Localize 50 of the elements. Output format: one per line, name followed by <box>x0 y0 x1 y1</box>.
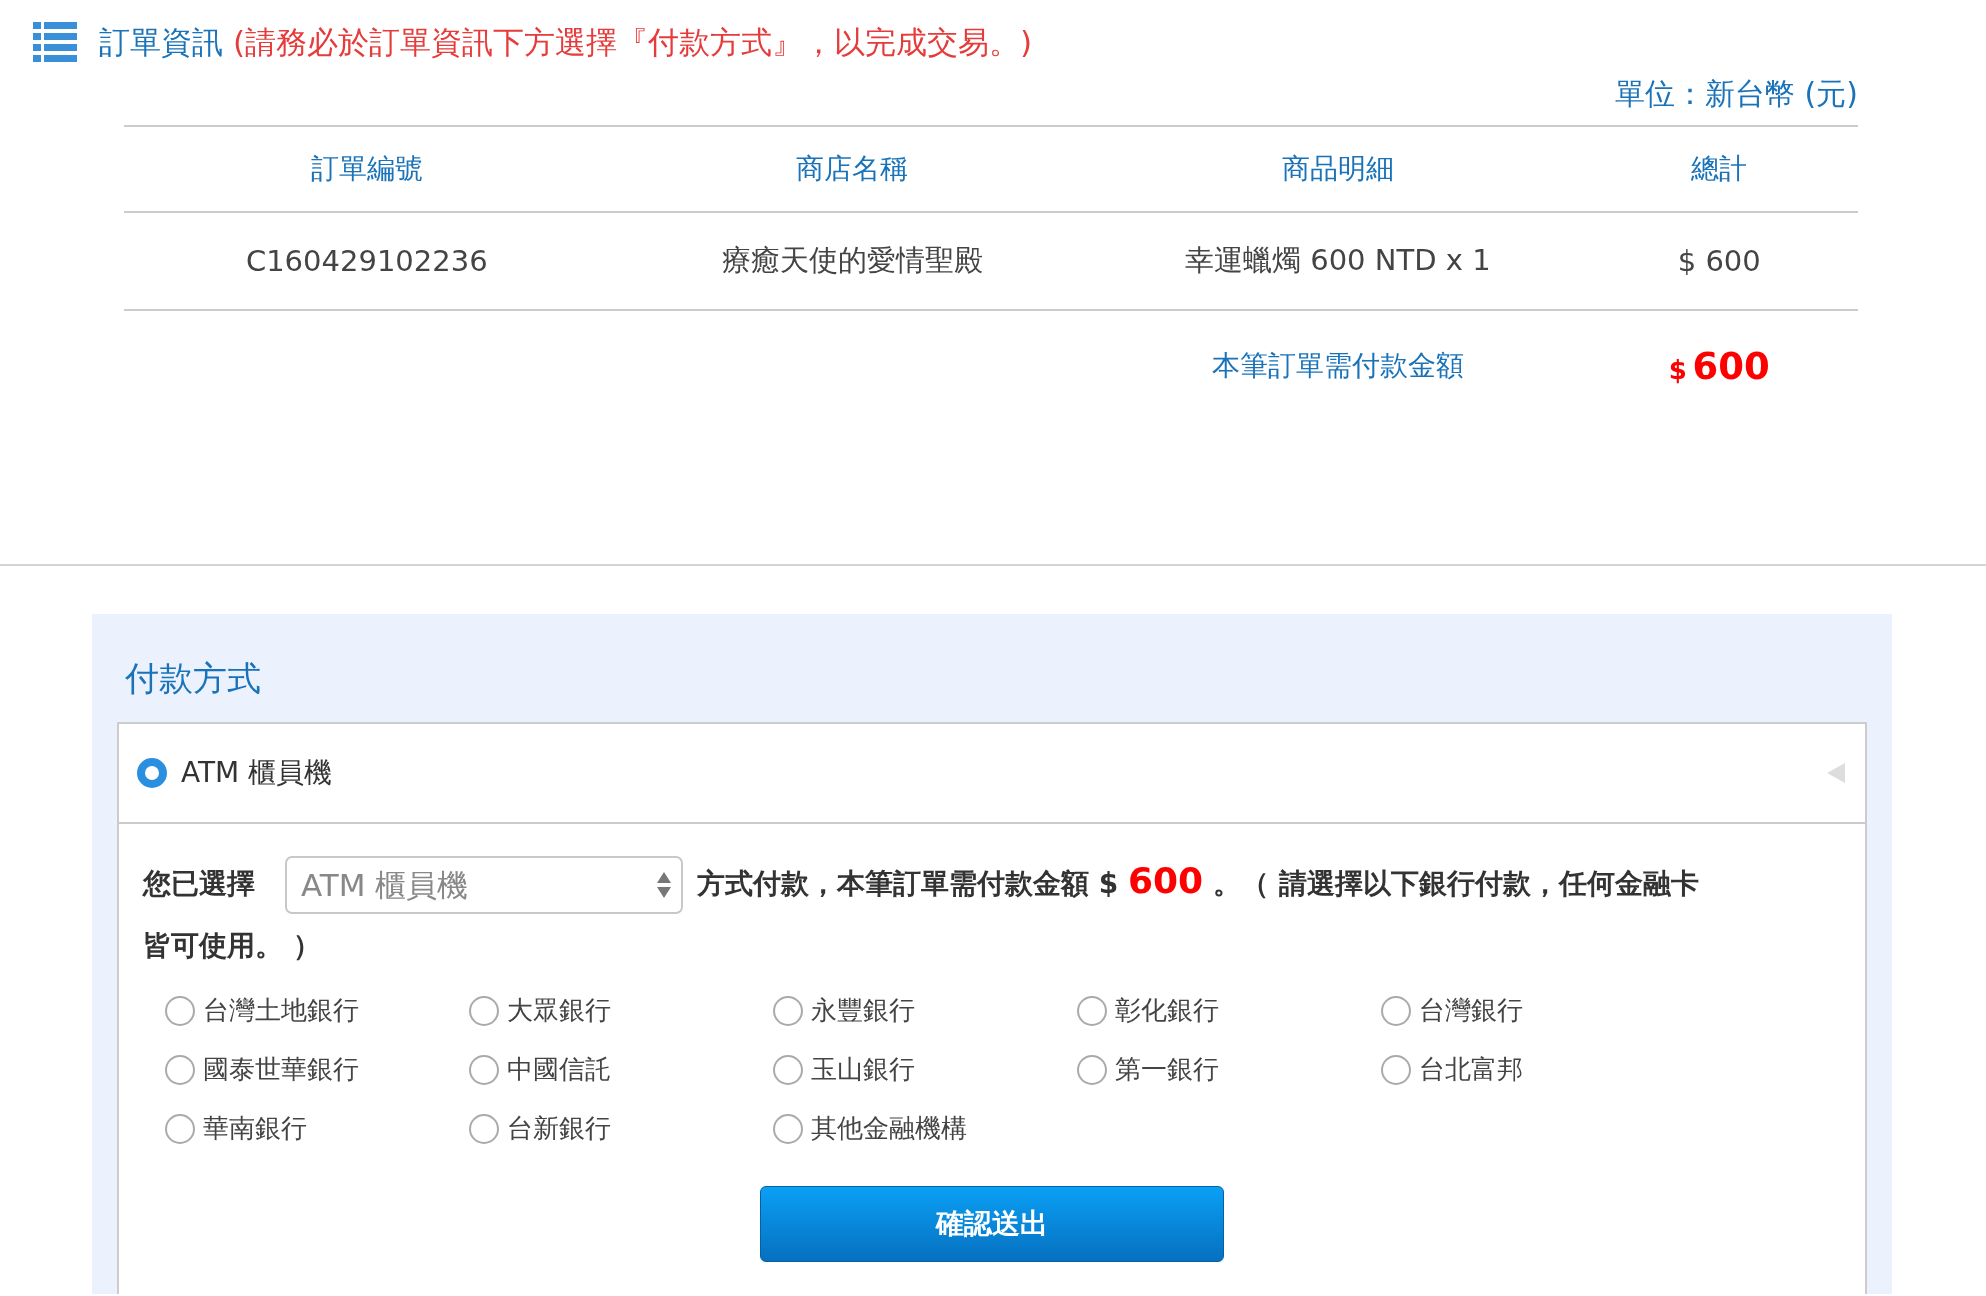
column-header: 總計 <box>1580 126 1858 212</box>
bank-label[interactable]: 第一銀行 <box>1115 1052 1219 1087</box>
up-down-arrows-icon <box>657 872 671 898</box>
notice-text: (請務必於訂單資訊下方選擇『付款方式』，以完成交易。) <box>233 23 1033 62</box>
method-label[interactable]: ATM 櫃員機 <box>181 754 1827 792</box>
radio-button[interactable] <box>469 1054 499 1085</box>
bank-label[interactable]: 彰化銀行 <box>1115 993 1219 1028</box>
radio-button[interactable] <box>773 995 803 1026</box>
radio-button[interactable] <box>1077 1054 1107 1085</box>
bank-label[interactable]: 永豐銀行 <box>811 993 915 1028</box>
radio-button[interactable] <box>469 995 499 1026</box>
radio-button[interactable] <box>469 1113 499 1144</box>
radio-button[interactable] <box>1381 1054 1411 1085</box>
bank-label[interactable]: 玉山銀行 <box>811 1052 915 1087</box>
payment-instruction: 皆可使用。 ） <box>143 929 321 962</box>
radio-button[interactable] <box>165 1054 195 1085</box>
bank-label[interactable]: 台灣土地銀行 <box>203 993 359 1028</box>
radio-button[interactable] <box>1077 995 1107 1026</box>
bank-label[interactable]: 台灣銀行 <box>1419 993 1523 1028</box>
bank-label[interactable]: 大眾銀行 <box>507 993 611 1028</box>
table-cell: C160429102236 <box>124 212 610 310</box>
table-cell: 幸運蠟燭 600 NTD x 1 <box>1095 212 1581 310</box>
collapse-caret-icon[interactable] <box>1827 763 1845 783</box>
payment-instruction: 方式付款，本筆訂單需付款金額 $ 600 。（ 請選擇以下銀行付款，任何金融卡 <box>697 867 1699 900</box>
total-amount: $600 <box>1667 344 1771 388</box>
bank-label[interactable]: 台北富邦 <box>1419 1052 1523 1087</box>
bank-label[interactable]: 中國信託 <box>507 1052 611 1087</box>
table-cell: $ 600 <box>1580 212 1858 310</box>
list-icon <box>33 22 77 64</box>
radio-button[interactable] <box>773 1113 803 1144</box>
radio-button[interactable] <box>773 1054 803 1085</box>
total-label: 本筆訂單需付款金額 <box>1210 348 1465 384</box>
section-title: 訂單資訊 <box>99 23 223 62</box>
radio-button[interactable] <box>1381 995 1411 1026</box>
radio-button[interactable] <box>165 995 195 1026</box>
panel-title: 付款方式 <box>125 657 261 700</box>
column-header: 商店名稱 <box>609 126 1096 212</box>
column-header: 商品明細 <box>1095 126 1581 212</box>
bank-label[interactable]: 華南銀行 <box>203 1111 307 1146</box>
table-cell: 療癒天使的愛情聖殿 <box>609 212 1096 310</box>
currency-unit: 單位：新台幣 (元) <box>1615 75 1858 113</box>
selection-label: 您已選擇 <box>143 867 255 900</box>
bank-label[interactable]: 其他金融機構 <box>811 1111 967 1146</box>
bank-label[interactable]: 國泰世華銀行 <box>203 1052 359 1087</box>
submit-button[interactable]: 確認送出 <box>760 1186 1224 1262</box>
column-header: 訂單編號 <box>124 126 610 212</box>
payment-select[interactable]: ATM 櫃員機 <box>285 856 683 914</box>
radio-button[interactable] <box>137 758 167 788</box>
radio-button[interactable] <box>165 1113 195 1144</box>
bank-label[interactable]: 台新銀行 <box>507 1111 611 1146</box>
